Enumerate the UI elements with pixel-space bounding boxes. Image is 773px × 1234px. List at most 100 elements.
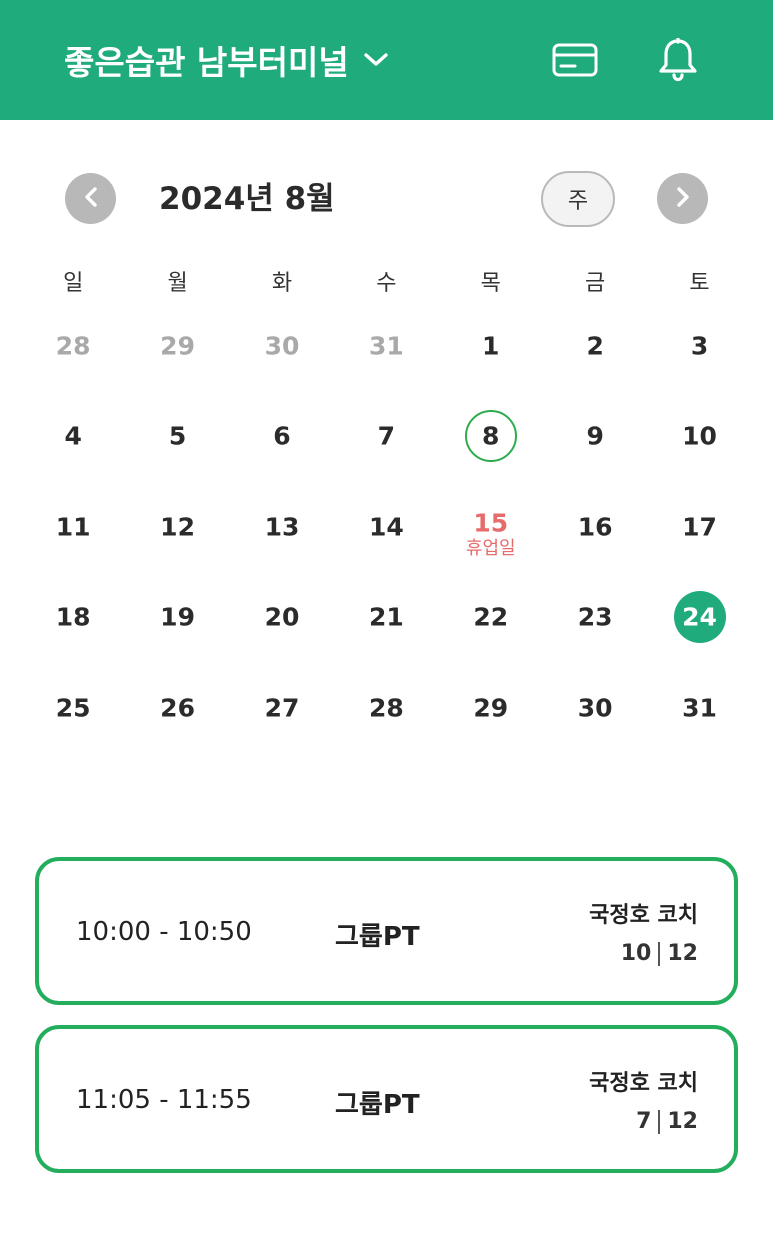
calendar-day[interactable]: 28 [334, 664, 438, 754]
calendar-day[interactable]: 19 [125, 573, 229, 663]
session-card[interactable]: 10:00 - 10:50 그룹PT 국정호 코치 10 12 [35, 857, 738, 1005]
month-title: 2024년 8월 [159, 181, 335, 217]
day-number: 20 [264, 602, 300, 632]
calendar-day[interactable]: 29 [439, 664, 543, 754]
session-card[interactable]: 11:05 - 11:55 그룹PT 국정호 코치 7 12 [35, 1025, 738, 1173]
credit-card-icon[interactable] [551, 36, 599, 84]
gym-selector[interactable]: 좋은습관 남부터미널 [64, 36, 389, 84]
day-number: 8 [482, 421, 500, 451]
day-number: 6 [273, 421, 291, 451]
day-number: 7 [377, 421, 396, 451]
session-coach: 국정호 코치 [589, 1071, 698, 1096]
session-capacity: 7 12 [636, 1109, 698, 1134]
calendar-day[interactable]: 2 [543, 302, 647, 392]
day-number: 25 [55, 693, 91, 723]
day-number: 28 [368, 693, 404, 723]
calendar-day[interactable]: 4 [21, 392, 125, 482]
calendar-day[interactable]: 28 [21, 302, 125, 392]
calendar-day[interactable]: 31 [647, 664, 751, 754]
day-number: 5 [168, 421, 187, 451]
gym-name: 좋은습관 남부터미널 [64, 43, 349, 82]
chevron-left-icon [84, 186, 98, 212]
day-number: 29 [160, 331, 195, 361]
day-number: 1 [482, 331, 500, 361]
session-class-name: 그룹PT [335, 1090, 420, 1120]
day-number: 23 [577, 602, 613, 632]
calendar-day[interactable]: 22 [439, 573, 543, 663]
chevron-down-icon [363, 47, 389, 73]
calendar-day[interactable]: 1 [439, 302, 543, 392]
calendar-day[interactable]: 26 [125, 664, 229, 754]
calendar-grid: 28 29 30 31 1 2 3 4 5 6 7 8 9 10 11 12 1… [21, 302, 752, 754]
capacity-divider [658, 1109, 661, 1134]
day-number: 31 [368, 331, 404, 361]
calendar-day[interactable]: 11 [21, 483, 125, 573]
chevron-right-icon [676, 186, 690, 212]
calendar-day[interactable]: 13 [230, 483, 334, 573]
weekday-label: 일 [63, 271, 84, 296]
holiday-label: 휴업일 [465, 537, 516, 559]
calendar-day[interactable]: 30 [230, 302, 334, 392]
day-number: 2 [586, 331, 604, 361]
day-number: 31 [682, 693, 717, 723]
calendar-day[interactable]: 20 [230, 573, 334, 663]
calendar-day[interactable]: 7 [334, 392, 438, 482]
calendar-day-today[interactable]: 8 [439, 392, 543, 482]
weekday-header: 일 월 화 수 목 금 토 [21, 266, 752, 302]
calendar-day[interactable]: 6 [230, 392, 334, 482]
day-number: 24 [682, 602, 717, 632]
calendar-day[interactable]: 18 [21, 573, 125, 663]
booked-count: 10 [620, 941, 652, 966]
calendar-day[interactable]: 17 [647, 483, 751, 573]
day-number: 18 [55, 602, 91, 632]
app-header: 좋은습관 남부터미널 [0, 0, 773, 120]
session-capacity: 10 12 [621, 941, 698, 966]
calendar-day[interactable]: 5 [125, 392, 229, 482]
calendar-day[interactable]: 14 [334, 483, 438, 573]
day-number: 14 [368, 512, 404, 542]
day-number: 4 [64, 421, 82, 451]
calendar-day[interactable]: 31 [334, 302, 438, 392]
day-number: 30 [264, 331, 300, 361]
calendar-day[interactable]: 21 [334, 573, 438, 663]
calendar-day-selected[interactable]: 24 [647, 573, 751, 663]
day-number: 11 [55, 512, 91, 542]
capacity-total: 12 [667, 941, 698, 966]
next-month-button[interactable] [657, 173, 708, 224]
calendar-day[interactable]: 12 [125, 483, 229, 573]
day-number: 3 [690, 331, 709, 361]
day-number: 16 [577, 512, 613, 542]
day-number: 10 [682, 421, 717, 451]
prev-month-button[interactable] [65, 173, 116, 224]
calendar-day[interactable]: 29 [125, 302, 229, 392]
bell-icon[interactable] [654, 36, 702, 84]
day-number: 22 [473, 602, 509, 632]
day-number: 21 [368, 602, 404, 632]
calendar-day[interactable]: 25 [21, 664, 125, 754]
day-number: 17 [682, 512, 717, 542]
session-class-name: 그룹PT [335, 922, 420, 952]
day-number: 28 [55, 331, 91, 361]
calendar-day[interactable]: 9 [543, 392, 647, 482]
calendar-day[interactable]: 10 [647, 392, 751, 482]
day-number: 30 [577, 693, 613, 723]
day-number: 9 [586, 421, 604, 451]
calendar-day-holiday[interactable]: 15 휴업일 [439, 483, 543, 573]
session-list: 10:00 - 10:50 그룹PT 국정호 코치 10 12 11:05 - … [35, 857, 738, 1193]
day-number: 13 [264, 512, 300, 542]
capacity-total: 12 [667, 1109, 698, 1134]
calendar-day[interactable]: 30 [543, 664, 647, 754]
weekday-label: 금 [585, 271, 606, 296]
week-view-toggle[interactable]: 주 [541, 171, 615, 227]
capacity-divider [658, 941, 661, 966]
weekday-label: 목 [480, 271, 501, 296]
calendar-day[interactable]: 27 [230, 664, 334, 754]
session-time: 10:00 - 10:50 [76, 917, 252, 947]
calendar-day[interactable]: 16 [543, 483, 647, 573]
weekday-label: 수 [376, 271, 397, 296]
session-time: 11:05 - 11:55 [76, 1085, 252, 1115]
calendar-day[interactable]: 23 [543, 573, 647, 663]
calendar-day[interactable]: 3 [647, 302, 751, 392]
weekday-label: 화 [271, 271, 293, 296]
weekday-label: 월 [167, 271, 188, 296]
